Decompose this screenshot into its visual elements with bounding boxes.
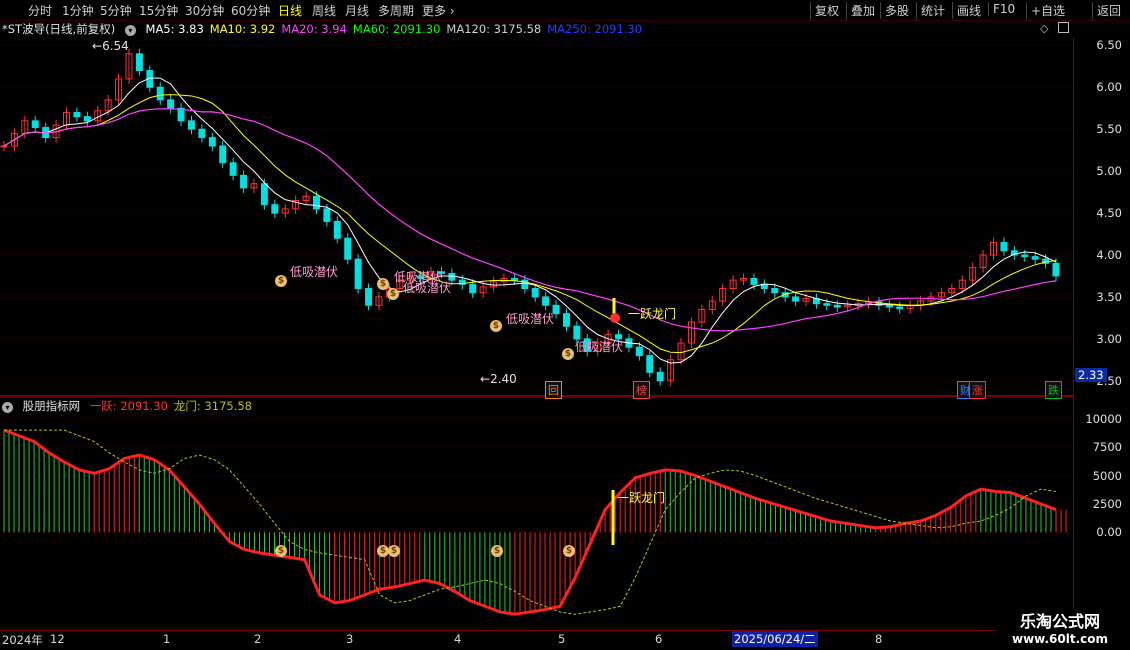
candle-body bbox=[562, 313, 570, 327]
candle-body bbox=[219, 145, 227, 164]
date-tick-0: 2024年 bbox=[2, 633, 43, 647]
candle-body bbox=[573, 325, 581, 340]
signal-label-0: 低吸潜伏 bbox=[290, 265, 339, 279]
candle-body bbox=[823, 303, 831, 306]
indicator-money-bag-icon: $ bbox=[491, 545, 503, 557]
indicator-tick-0: 10000 bbox=[1085, 411, 1122, 426]
indicator-title: 股朋指标网 bbox=[22, 399, 81, 413]
indicator-collapse-icon[interactable]: ▾ bbox=[2, 402, 13, 413]
money-bag-icon: $ bbox=[490, 320, 502, 332]
candle-body bbox=[1021, 254, 1029, 258]
high-price-label: ←6.54 bbox=[92, 39, 129, 53]
date-tick-5: 4 bbox=[454, 632, 462, 646]
candle-body bbox=[208, 137, 216, 147]
candle-body bbox=[187, 120, 195, 130]
candle-body bbox=[646, 355, 654, 373]
money-bag-icon: $ bbox=[387, 288, 399, 300]
price-tick-7: 3.00 bbox=[1096, 331, 1122, 346]
leap-point-marker bbox=[610, 313, 620, 323]
money-bag-icon: $ bbox=[377, 278, 389, 290]
event-tag-4[interactable]: 跌 bbox=[1045, 381, 1062, 399]
candle-body bbox=[344, 237, 352, 260]
candle-body bbox=[792, 296, 800, 302]
candle-body bbox=[635, 346, 643, 357]
event-tag-1[interactable]: 榜 bbox=[633, 381, 650, 399]
indicator-money-bag-icon: $ bbox=[563, 545, 575, 557]
candle-body bbox=[0, 145, 8, 148]
date-tick-4: 3 bbox=[346, 632, 354, 646]
candle-body bbox=[354, 258, 362, 290]
candle-body bbox=[198, 128, 206, 139]
indicator-tick-4: 0.00 bbox=[1096, 525, 1122, 540]
date-tick-8: 8 bbox=[875, 632, 883, 646]
date-tick-6: 5 bbox=[558, 632, 566, 646]
price-tick-4: 4.50 bbox=[1096, 206, 1122, 221]
candle-body bbox=[323, 208, 331, 222]
candle-body bbox=[656, 371, 664, 382]
candle-body bbox=[83, 116, 91, 122]
date-tick-7: 6 bbox=[655, 632, 663, 646]
candle-body bbox=[73, 111, 81, 118]
date-tick-3: 2 bbox=[254, 632, 262, 646]
indicator-money-bag-icon: $ bbox=[275, 545, 287, 557]
candle-body bbox=[1052, 262, 1060, 277]
watermark-name: 乐淘公式网 bbox=[1019, 612, 1100, 631]
candle-body bbox=[135, 53, 143, 72]
indicator-tick-3: 2500 bbox=[1092, 496, 1122, 511]
candle-body bbox=[833, 304, 841, 308]
watermark-url: www.60lt.com bbox=[1011, 632, 1109, 646]
price-tick-5: 4.00 bbox=[1096, 247, 1122, 262]
candle-body bbox=[1031, 256, 1039, 260]
candle-body bbox=[771, 288, 779, 294]
selected-date: 2025/06/24/二 bbox=[732, 631, 818, 647]
ma20-line bbox=[3, 108, 1057, 332]
candle-body bbox=[260, 183, 268, 206]
site-watermark: 乐淘公式网 www.60lt.com bbox=[996, 608, 1124, 646]
candle-body bbox=[750, 277, 758, 285]
candle-body bbox=[1000, 241, 1008, 252]
candle-body bbox=[542, 296, 550, 306]
indicator-leap-label: 一跃龙门 bbox=[617, 491, 666, 505]
price-tick-0: 6.50 bbox=[1096, 38, 1122, 53]
leap-dragon-gate-label: 一跃龙门 bbox=[628, 307, 677, 321]
candle-body bbox=[885, 304, 893, 308]
candle-body bbox=[240, 174, 248, 189]
event-tag-3[interactable]: 涨 bbox=[969, 381, 986, 399]
candle-body bbox=[469, 283, 477, 294]
candle-body bbox=[229, 162, 237, 176]
signal-label-4: 低吸潜伏 bbox=[575, 340, 624, 354]
candle-body bbox=[896, 306, 904, 310]
candle-body bbox=[271, 204, 279, 214]
candle-body bbox=[365, 288, 373, 306]
date-tick-2: 1 bbox=[163, 632, 171, 646]
date-tick-1: 12 bbox=[50, 632, 65, 646]
candle-body bbox=[510, 277, 518, 281]
price-tick-6: 3.50 bbox=[1096, 289, 1122, 304]
indicator-value-1: 龙门: 3175.58 bbox=[173, 399, 252, 413]
candle-body bbox=[312, 195, 320, 210]
candle-body bbox=[31, 120, 39, 129]
candle-body bbox=[333, 220, 341, 239]
money-bag-icon: $ bbox=[275, 275, 287, 287]
candle-body bbox=[531, 288, 539, 298]
indicator-legend: ▾ 股朋指标网 一跃: 2091.30 龙门: 3175.58 bbox=[2, 398, 264, 414]
indicator-value-0: 一跃: 2091.30 bbox=[89, 399, 168, 413]
low-price-label: ←2.40 bbox=[480, 372, 517, 386]
signal-label-2: 低吸潜伏 bbox=[403, 281, 452, 295]
signal-label-3: 低吸潜伏 bbox=[506, 312, 555, 326]
indicator-tick-2: 5000 bbox=[1092, 468, 1122, 483]
money-bag-icon: $ bbox=[562, 348, 574, 360]
current-price-scale: 2.33 bbox=[1075, 368, 1107, 382]
price-tick-1: 6.00 bbox=[1096, 80, 1122, 95]
candle-body bbox=[167, 99, 175, 109]
price-tick-2: 5.50 bbox=[1096, 122, 1122, 137]
candle-body bbox=[156, 86, 164, 101]
indicator-money-bag-icon: $ bbox=[388, 545, 400, 557]
price-tick-3: 5.00 bbox=[1096, 164, 1122, 179]
event-tag-0[interactable]: 回 bbox=[545, 381, 562, 399]
indicator-values: 一跃: 2091.30 龙门: 3175.58 bbox=[90, 399, 258, 413]
indicator-tick-1: 7500 bbox=[1092, 440, 1122, 455]
